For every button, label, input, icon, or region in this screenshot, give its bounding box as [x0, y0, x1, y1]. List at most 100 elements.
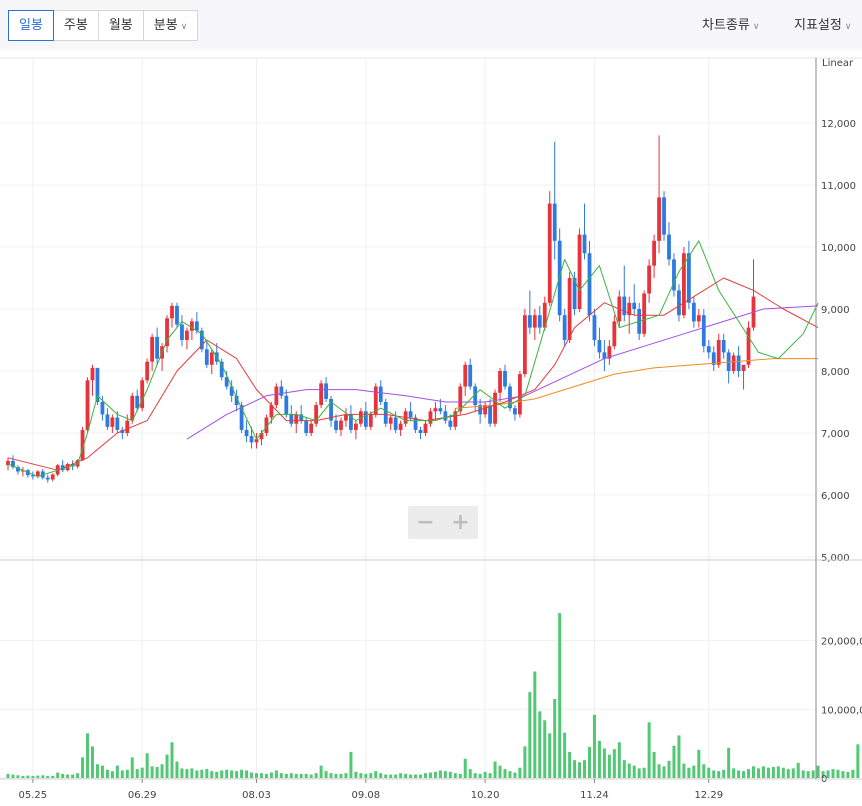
- candle-body: [582, 234, 587, 254]
- volume-bar: [607, 754, 611, 778]
- chevron-down-icon: ∨: [844, 22, 852, 32]
- candle-body: [100, 402, 105, 415]
- stock-chart[interactable]: 5,000 6,000 7,000 8,000 9,000 10,000 11,000 12,…: [0, 50, 862, 806]
- candle-body: [388, 417, 393, 424]
- volume-bar: [354, 771, 358, 778]
- volume-bar: [61, 773, 65, 778]
- candle-body: [180, 324, 184, 340]
- candle-body: [652, 240, 656, 266]
- volume-bar: [95, 764, 99, 778]
- volume-bar: [627, 763, 631, 778]
- candle-body: [721, 340, 726, 353]
- volume-bar: [294, 773, 298, 778]
- volume-bar: [140, 767, 144, 778]
- tab-minute[interactable]: 분봉 ∨: [142, 10, 199, 41]
- chevron-down-icon: ∨: [752, 22, 760, 32]
- volume-bar: [533, 671, 537, 778]
- volume-bar: [309, 774, 313, 778]
- volume-bar: [737, 770, 741, 778]
- ma5-line: [7, 240, 819, 477]
- volume-bar: [692, 765, 696, 778]
- candle-body: [185, 330, 189, 340]
- candle-body: [90, 367, 95, 381]
- volume-bar: [816, 765, 820, 778]
- tab-monthly[interactable]: 월봉: [97, 10, 144, 41]
- candle-body: [696, 315, 701, 322]
- volume-bar: [11, 774, 15, 778]
- volume-bar: [438, 770, 442, 778]
- candle-body: [667, 234, 671, 260]
- volume-bar: [419, 774, 423, 778]
- volume-bar: [672, 745, 676, 778]
- volume-bar: [299, 773, 303, 778]
- candle-body: [309, 423, 314, 433]
- volume-bar: [190, 768, 194, 778]
- candle-body: [677, 290, 681, 316]
- volume-bar: [36, 775, 40, 778]
- candle-body: [115, 417, 120, 430]
- price-tick-label: 5,000: [821, 553, 850, 564]
- volume-bar: [543, 720, 547, 778]
- volume-bar: [781, 767, 785, 778]
- candle-body: [125, 420, 130, 433]
- tab-daily[interactable]: 일봉: [8, 10, 54, 41]
- volume-bar: [448, 771, 452, 778]
- volume-bar: [324, 771, 328, 778]
- candle-body: [408, 411, 413, 418]
- candle-body: [706, 346, 711, 353]
- volume-bar: [508, 771, 512, 778]
- candle-body: [612, 321, 617, 347]
- candle-body: [279, 386, 284, 396]
- volume-bar: [732, 768, 736, 778]
- candle-body: [562, 315, 567, 340]
- volume-bar: [433, 771, 437, 778]
- candle-body: [150, 336, 155, 362]
- tab-minute-label: 분봉: [153, 18, 178, 33]
- volume-bar: [135, 769, 139, 778]
- volume-bar: [404, 773, 408, 778]
- volume-bar: [279, 773, 283, 778]
- volume-bar: [747, 769, 751, 778]
- volume-bar: [115, 765, 119, 778]
- candle-body: [547, 203, 552, 303]
- indicator-menu[interactable]: 지표설정 ∨: [794, 10, 851, 41]
- volume-bar: [170, 742, 174, 778]
- candle-body: [378, 386, 383, 402]
- volume-bar: [100, 765, 104, 778]
- volume-bar: [453, 773, 457, 778]
- candle-body: [334, 420, 338, 430]
- volume-bar: [801, 770, 805, 778]
- volume-bar: [130, 757, 134, 778]
- candle-body: [209, 352, 214, 365]
- zoom-out-button[interactable]: −: [408, 506, 443, 539]
- volume-bar: [86, 733, 90, 778]
- candle-body: [135, 395, 140, 409]
- volume-bar: [389, 774, 393, 778]
- tab-weekly[interactable]: 주봉: [52, 10, 99, 41]
- candle-body: [468, 364, 473, 387]
- volume-bar: [423, 773, 427, 778]
- volume-bar: [215, 771, 219, 778]
- volume-bar: [592, 714, 596, 778]
- chart-type-menu[interactable]: 차트종류 ∨: [702, 10, 759, 41]
- candle-body: [155, 336, 159, 359]
- volume-bar: [414, 774, 418, 778]
- candle-body: [140, 380, 145, 409]
- candle-body: [488, 405, 492, 424]
- zoom-in-button[interactable]: +: [443, 506, 478, 539]
- candle-body: [701, 315, 706, 347]
- volume-bar: [284, 773, 288, 778]
- zoom-controls: − +: [408, 506, 478, 539]
- volume-bar: [384, 774, 388, 778]
- volume-bar: [632, 765, 636, 778]
- volume-bar: [269, 772, 273, 778]
- volume-bar: [399, 773, 403, 778]
- candle-body: [324, 383, 328, 399]
- chart-axes: 5,000 6,000 7,000 8,000 9,000 10,000 11,000 12,…: [0, 57, 862, 801]
- volume-bar: [851, 769, 855, 778]
- candle-body: [503, 371, 507, 387]
- volume-bar: [667, 760, 671, 778]
- volume-bar: [245, 770, 249, 778]
- volume-bar: [697, 749, 701, 778]
- volume-bar: [652, 751, 656, 778]
